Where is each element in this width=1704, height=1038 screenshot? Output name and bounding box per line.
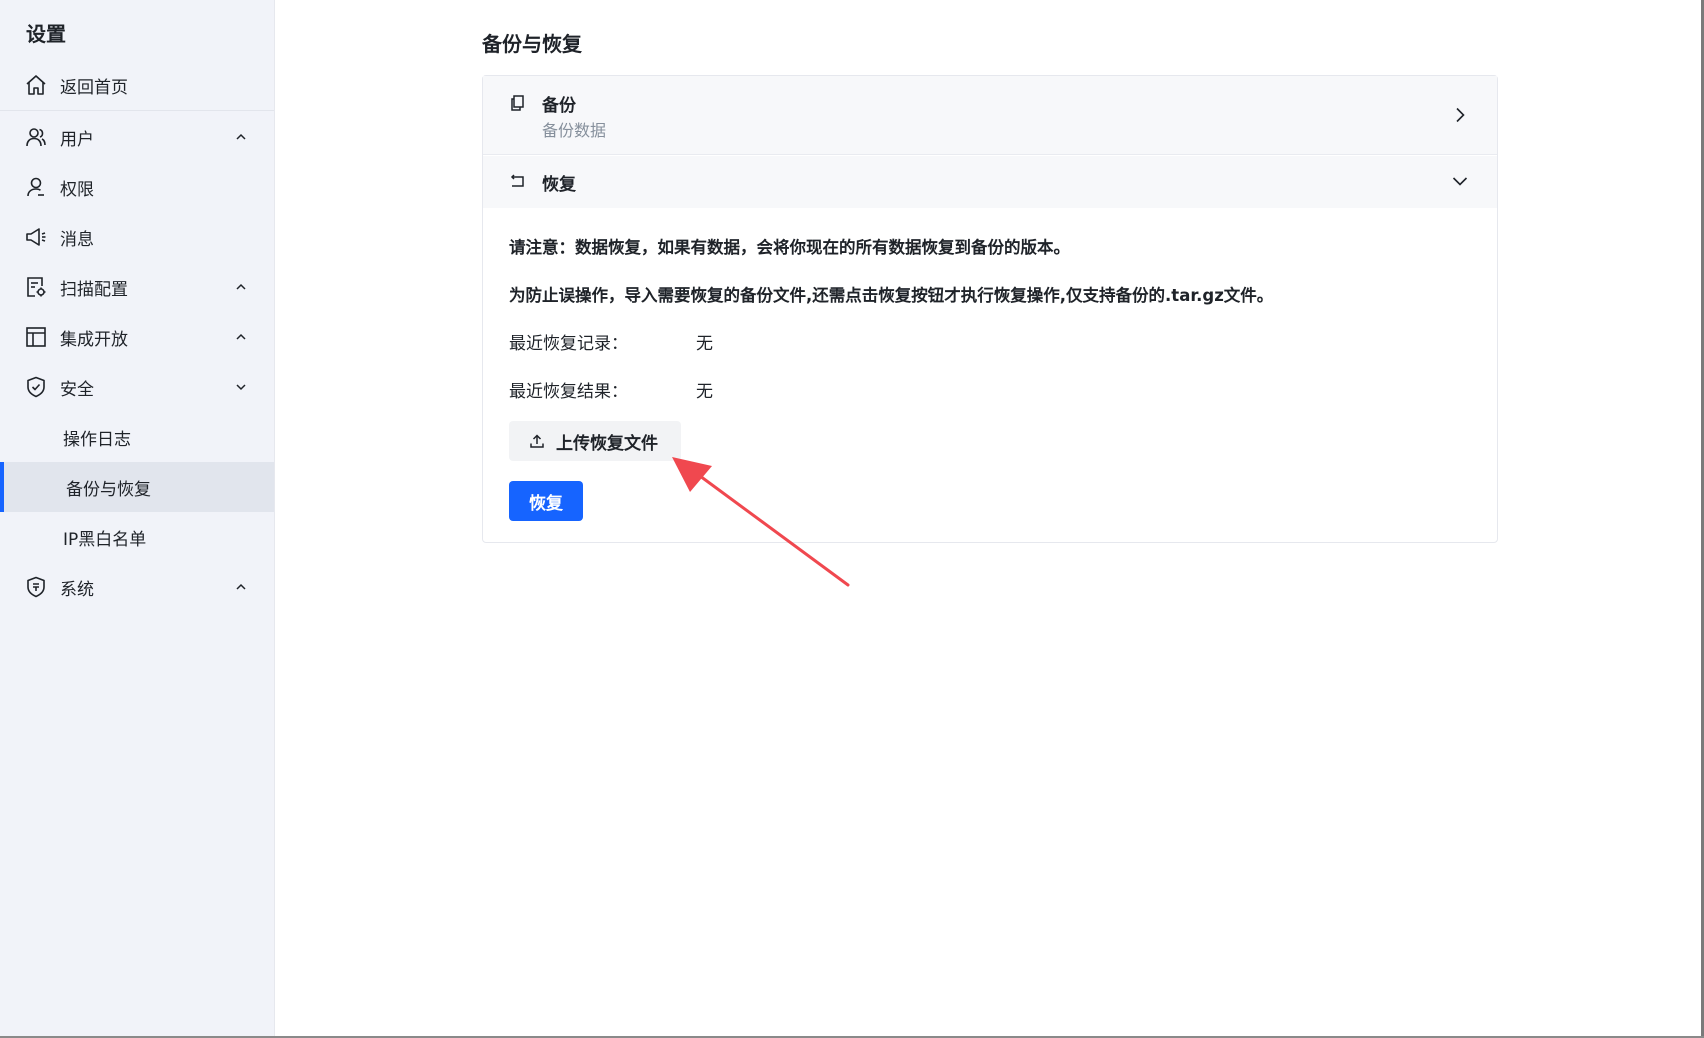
restore-button[interactable]: 恢复 (509, 481, 583, 521)
restore-notice-1: 请注意：数据恢复，如果有数据，会将你现在的所有数据恢复到备份的版本。 (509, 238, 1070, 257)
copy-icon (511, 95, 524, 111)
recent-result-value: 无 (696, 382, 713, 402)
document-settings-icon (27, 277, 46, 297)
return-icon (510, 174, 524, 187)
backup-subtitle: 备份数据 (542, 121, 607, 140)
sidebar: 设置 返回首页 用户 权限 消息 扫描配置 集成开放 安全 操作日志 备份与恢复… (0, 0, 275, 1038)
upload-icon (530, 434, 544, 448)
page-title: 备份与恢复 (482, 32, 582, 56)
megaphone-icon (26, 228, 46, 246)
sidebar-item-scan-config[interactable]: 扫描配置 (0, 262, 274, 312)
sidebar-item-label: 权限 (60, 179, 94, 200)
sidebar-item-security[interactable]: 安全 (0, 362, 274, 412)
upload-restore-file-button[interactable]: 上传恢复文件 (509, 421, 681, 461)
chevron-up-icon (236, 283, 246, 290)
sidebar-item-label: 操作日志 (63, 429, 131, 450)
sidebar-item-label: 返回首页 (60, 77, 128, 98)
sidebar-item-operation-log[interactable]: 操作日志 (0, 412, 274, 462)
chevron-down-icon (236, 384, 246, 391)
sidebar-item-label: 用户 (60, 129, 94, 150)
sidebar-item-label: 消息 (60, 229, 94, 250)
home-icon (26, 75, 46, 95)
chevron-up-icon (236, 133, 246, 140)
recent-record-value: 无 (696, 334, 713, 354)
restore-title: 恢复 (542, 175, 576, 195)
sidebar-item-permissions[interactable]: 权限 (0, 162, 274, 212)
chevron-up-icon (236, 333, 246, 340)
backup-title: 备份 (542, 96, 576, 116)
sidebar-item-label: 备份与恢复 (66, 479, 151, 500)
sidebar-item-users[interactable]: 用户 (0, 112, 274, 162)
sidebar-item-label: IP黑白名单 (63, 529, 147, 550)
chevron-up-icon (236, 583, 246, 590)
sidebar-item-label: 集成开放 (60, 329, 128, 350)
sidebar-item-backup-restore[interactable]: 备份与恢复 (0, 462, 274, 512)
sidebar-item-messages[interactable]: 消息 (0, 212, 274, 262)
sidebar-item-label: 安全 (60, 379, 94, 400)
backup-section-header[interactable]: 备份 备份数据 (483, 76, 1497, 155)
shield-certificate-icon (27, 576, 45, 598)
layout-icon (26, 327, 46, 347)
recent-record-label: 最近恢复记录： (509, 334, 628, 354)
sidebar-item-label: 扫描配置 (60, 279, 128, 300)
users-icon (26, 128, 46, 147)
sidebar-item-ip-list[interactable]: IP黑白名单 (0, 512, 274, 562)
sidebar-item-system[interactable]: 系统 (0, 562, 274, 612)
sidebar-divider (0, 110, 274, 111)
upload-button-label: 上传恢复文件 (556, 433, 658, 454)
restore-section-header[interactable]: 恢复 (483, 156, 1497, 208)
sidebar-title: 设置 (26, 22, 66, 46)
chevron-right-icon (1456, 107, 1465, 123)
sidebar-item-home[interactable]: 返回首页 (0, 60, 274, 110)
sidebar-item-label: 系统 (60, 579, 94, 600)
recent-result-label: 最近恢复结果： (509, 382, 628, 402)
sidebar-item-integration[interactable]: 集成开放 (0, 312, 274, 362)
chevron-down-icon (1452, 177, 1468, 186)
person-icon (27, 177, 44, 197)
backup-restore-card: 备份 备份数据 恢复 请注意：数据恢复，如果有数据，会将你现在的所有数据恢复到备… (482, 75, 1498, 543)
restore-notice-2: 为防止误操作，导入需要恢复的备份文件,还需点击恢复按钮才执行恢复操作,仅支持备份… (509, 286, 1274, 305)
shield-check-icon (27, 376, 45, 398)
